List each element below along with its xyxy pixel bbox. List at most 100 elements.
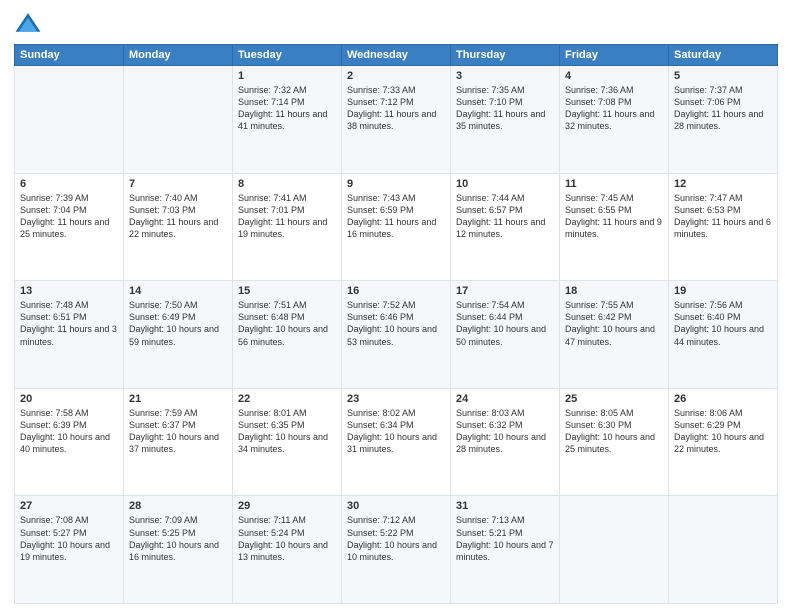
- calendar-cell: 16Sunrise: 7:52 AM Sunset: 6:46 PM Dayli…: [342, 281, 451, 389]
- day-number: 28: [129, 500, 227, 512]
- cell-content: Sunrise: 7:39 AM Sunset: 7:04 PM Dayligh…: [20, 192, 118, 241]
- calendar-cell: 28 Sunrise: 7:09 AM Sunset: 5:25 PM Dayli…: [124, 496, 233, 604]
- day-header-sunday: Sunday: [15, 45, 124, 66]
- cell-content: Sunrise: 7:12 AM Sunset: 5:22 PM Dayligh…: [347, 514, 445, 563]
- cell-content: Sunrise: 7:11 AM Sunset: 5:24 PM Dayligh…: [238, 514, 336, 563]
- calendar-cell: 11Sunrise: 7:45 AM Sunset: 6:55 PM Dayli…: [560, 173, 669, 281]
- calendar: SundayMondayTuesdayWednesdayThursdayFrid…: [14, 44, 778, 604]
- calendar-cell: [15, 66, 124, 174]
- cell-content: Sunrise: 7:58 AM Sunset: 6:39 PM Dayligh…: [20, 407, 118, 456]
- day-number: 20: [20, 393, 118, 405]
- calendar-cell: 14Sunrise: 7:50 AM Sunset: 6:49 PM Dayli…: [124, 281, 233, 389]
- day-number: 1: [238, 70, 336, 82]
- calendar-body: 1 Sunrise: 7:32 AM Sunset: 7:14 PM Daylig…: [15, 66, 778, 604]
- day-number: 13: [20, 285, 118, 297]
- cell-content: Sunrise: 8:01 AM Sunset: 6:35 PM Dayligh…: [238, 407, 336, 456]
- cell-content: Sunrise: 7:43 AM Sunset: 6:59 PM Dayligh…: [347, 192, 445, 241]
- cell-content: Sunrise: 7:32 AM Sunset: 7:14 PM Dayligh…: [238, 84, 336, 133]
- day-number: 25: [565, 393, 663, 405]
- day-number: 18: [565, 285, 663, 297]
- day-number: 14: [129, 285, 227, 297]
- day-number: 12: [674, 178, 772, 190]
- calendar-cell: [669, 496, 778, 604]
- calendar-cell: 25Sunrise: 8:05 AM Sunset: 6:30 PM Dayli…: [560, 388, 669, 496]
- cell-content: Sunrise: 7:33 AM Sunset: 7:12 PM Dayligh…: [347, 84, 445, 133]
- calendar-week-4: 20 Sunrise: 7:58 AM Sunset: 6:39 PM Dayli…: [15, 388, 778, 496]
- calendar-cell: 22 Sunrise: 8:01 AM Sunset: 6:35 PM Dayli…: [233, 388, 342, 496]
- cell-content: Sunrise: 7:55 AM Sunset: 6:42 PM Dayligh…: [565, 299, 663, 348]
- calendar-cell: 27 Sunrise: 7:08 AM Sunset: 5:27 PM Dayli…: [15, 496, 124, 604]
- cell-content: Sunrise: 8:03 AM Sunset: 6:32 PM Dayligh…: [456, 407, 554, 456]
- cell-content: Sunrise: 7:40 AM Sunset: 7:03 PM Dayligh…: [129, 192, 227, 241]
- cell-content: Sunrise: 7:36 AM Sunset: 7:08 PM Dayligh…: [565, 84, 663, 133]
- day-number: 7: [129, 178, 227, 190]
- cell-content: Sunrise: 8:06 AM Sunset: 6:29 PM Dayligh…: [674, 407, 772, 456]
- cell-content: Sunrise: 7:13 AM Sunset: 5:21 PM Dayligh…: [456, 514, 554, 563]
- calendar-cell: 5 Sunrise: 7:37 AM Sunset: 7:06 PM Daylig…: [669, 66, 778, 174]
- day-header-friday: Friday: [560, 45, 669, 66]
- calendar-cell: 1 Sunrise: 7:32 AM Sunset: 7:14 PM Daylig…: [233, 66, 342, 174]
- day-number: 9: [347, 178, 445, 190]
- calendar-cell: 21 Sunrise: 7:59 AM Sunset: 6:37 PM Dayli…: [124, 388, 233, 496]
- calendar-cell: 9 Sunrise: 7:43 AM Sunset: 6:59 PM Daylig…: [342, 173, 451, 281]
- day-number: 17: [456, 285, 554, 297]
- cell-content: Sunrise: 7:09 AM Sunset: 5:25 PM Dayligh…: [129, 514, 227, 563]
- day-header-tuesday: Tuesday: [233, 45, 342, 66]
- cell-content: Sunrise: 7:56 AM Sunset: 6:40 PM Dayligh…: [674, 299, 772, 348]
- calendar-cell: 13 Sunrise: 7:48 AM Sunset: 6:51 PM Dayli…: [15, 281, 124, 389]
- day-number: 21: [129, 393, 227, 405]
- day-header-saturday: Saturday: [669, 45, 778, 66]
- calendar-table: SundayMondayTuesdayWednesdayThursdayFrid…: [14, 44, 778, 604]
- day-number: 6: [20, 178, 118, 190]
- day-number: 10: [456, 178, 554, 190]
- day-number: 16: [347, 285, 445, 297]
- calendar-header: SundayMondayTuesdayWednesdayThursdayFrid…: [15, 45, 778, 66]
- day-number: 22: [238, 393, 336, 405]
- day-number: 2: [347, 70, 445, 82]
- day-number: 26: [674, 393, 772, 405]
- day-number: 30: [347, 500, 445, 512]
- day-number: 15: [238, 285, 336, 297]
- day-number: 4: [565, 70, 663, 82]
- calendar-week-5: 27 Sunrise: 7:08 AM Sunset: 5:27 PM Dayli…: [15, 496, 778, 604]
- calendar-week-2: 6 Sunrise: 7:39 AM Sunset: 7:04 PM Daylig…: [15, 173, 778, 281]
- day-number: 3: [456, 70, 554, 82]
- calendar-cell: [560, 496, 669, 604]
- calendar-cell: 20 Sunrise: 7:58 AM Sunset: 6:39 PM Dayli…: [15, 388, 124, 496]
- calendar-cell: 12 Sunrise: 7:47 AM Sunset: 6:53 PM Dayli…: [669, 173, 778, 281]
- day-number: 23: [347, 393, 445, 405]
- day-header-thursday: Thursday: [451, 45, 560, 66]
- cell-content: Sunrise: 7:08 AM Sunset: 5:27 PM Dayligh…: [20, 514, 118, 563]
- calendar-cell: 23 Sunrise: 8:02 AM Sunset: 6:34 PM Dayli…: [342, 388, 451, 496]
- cell-content: Sunrise: 7:37 AM Sunset: 7:06 PM Dayligh…: [674, 84, 772, 133]
- calendar-cell: 17 Sunrise: 7:54 AM Sunset: 6:44 PM Dayli…: [451, 281, 560, 389]
- logo-icon: [14, 10, 42, 38]
- header-row: SundayMondayTuesdayWednesdayThursdayFrid…: [15, 45, 778, 66]
- day-number: 5: [674, 70, 772, 82]
- calendar-cell: 15Sunrise: 7:51 AM Sunset: 6:48 PM Dayli…: [233, 281, 342, 389]
- header: [14, 10, 778, 38]
- cell-content: Sunrise: 7:59 AM Sunset: 6:37 PM Dayligh…: [129, 407, 227, 456]
- calendar-cell: 30 Sunrise: 7:12 AM Sunset: 5:22 PM Dayli…: [342, 496, 451, 604]
- cell-content: Sunrise: 8:02 AM Sunset: 6:34 PM Dayligh…: [347, 407, 445, 456]
- cell-content: Sunrise: 7:35 AM Sunset: 7:10 PM Dayligh…: [456, 84, 554, 133]
- cell-content: Sunrise: 7:54 AM Sunset: 6:44 PM Dayligh…: [456, 299, 554, 348]
- cell-content: Sunrise: 7:47 AM Sunset: 6:53 PM Dayligh…: [674, 192, 772, 241]
- calendar-cell: 4 Sunrise: 7:36 AM Sunset: 7:08 PM Daylig…: [560, 66, 669, 174]
- calendar-cell: 19Sunrise: 7:56 AM Sunset: 6:40 PM Dayli…: [669, 281, 778, 389]
- day-number: 27: [20, 500, 118, 512]
- day-number: 31: [456, 500, 554, 512]
- calendar-cell: 10 Sunrise: 7:44 AM Sunset: 6:57 PM Dayli…: [451, 173, 560, 281]
- calendar-cell: 2 Sunrise: 7:33 AM Sunset: 7:12 PM Daylig…: [342, 66, 451, 174]
- calendar-cell: 29Sunrise: 7:11 AM Sunset: 5:24 PM Dayli…: [233, 496, 342, 604]
- calendar-week-1: 1 Sunrise: 7:32 AM Sunset: 7:14 PM Daylig…: [15, 66, 778, 174]
- cell-content: Sunrise: 7:48 AM Sunset: 6:51 PM Dayligh…: [20, 299, 118, 348]
- calendar-cell: [124, 66, 233, 174]
- calendar-cell: 26 Sunrise: 8:06 AM Sunset: 6:29 PM Dayli…: [669, 388, 778, 496]
- cell-content: Sunrise: 7:44 AM Sunset: 6:57 PM Dayligh…: [456, 192, 554, 241]
- calendar-cell: 3 Sunrise: 7:35 AM Sunset: 7:10 PM Daylig…: [451, 66, 560, 174]
- calendar-cell: 24Sunrise: 8:03 AM Sunset: 6:32 PM Dayli…: [451, 388, 560, 496]
- day-header-monday: Monday: [124, 45, 233, 66]
- cell-content: Sunrise: 7:45 AM Sunset: 6:55 PM Dayligh…: [565, 192, 663, 241]
- cell-content: Sunrise: 7:41 AM Sunset: 7:01 PM Dayligh…: [238, 192, 336, 241]
